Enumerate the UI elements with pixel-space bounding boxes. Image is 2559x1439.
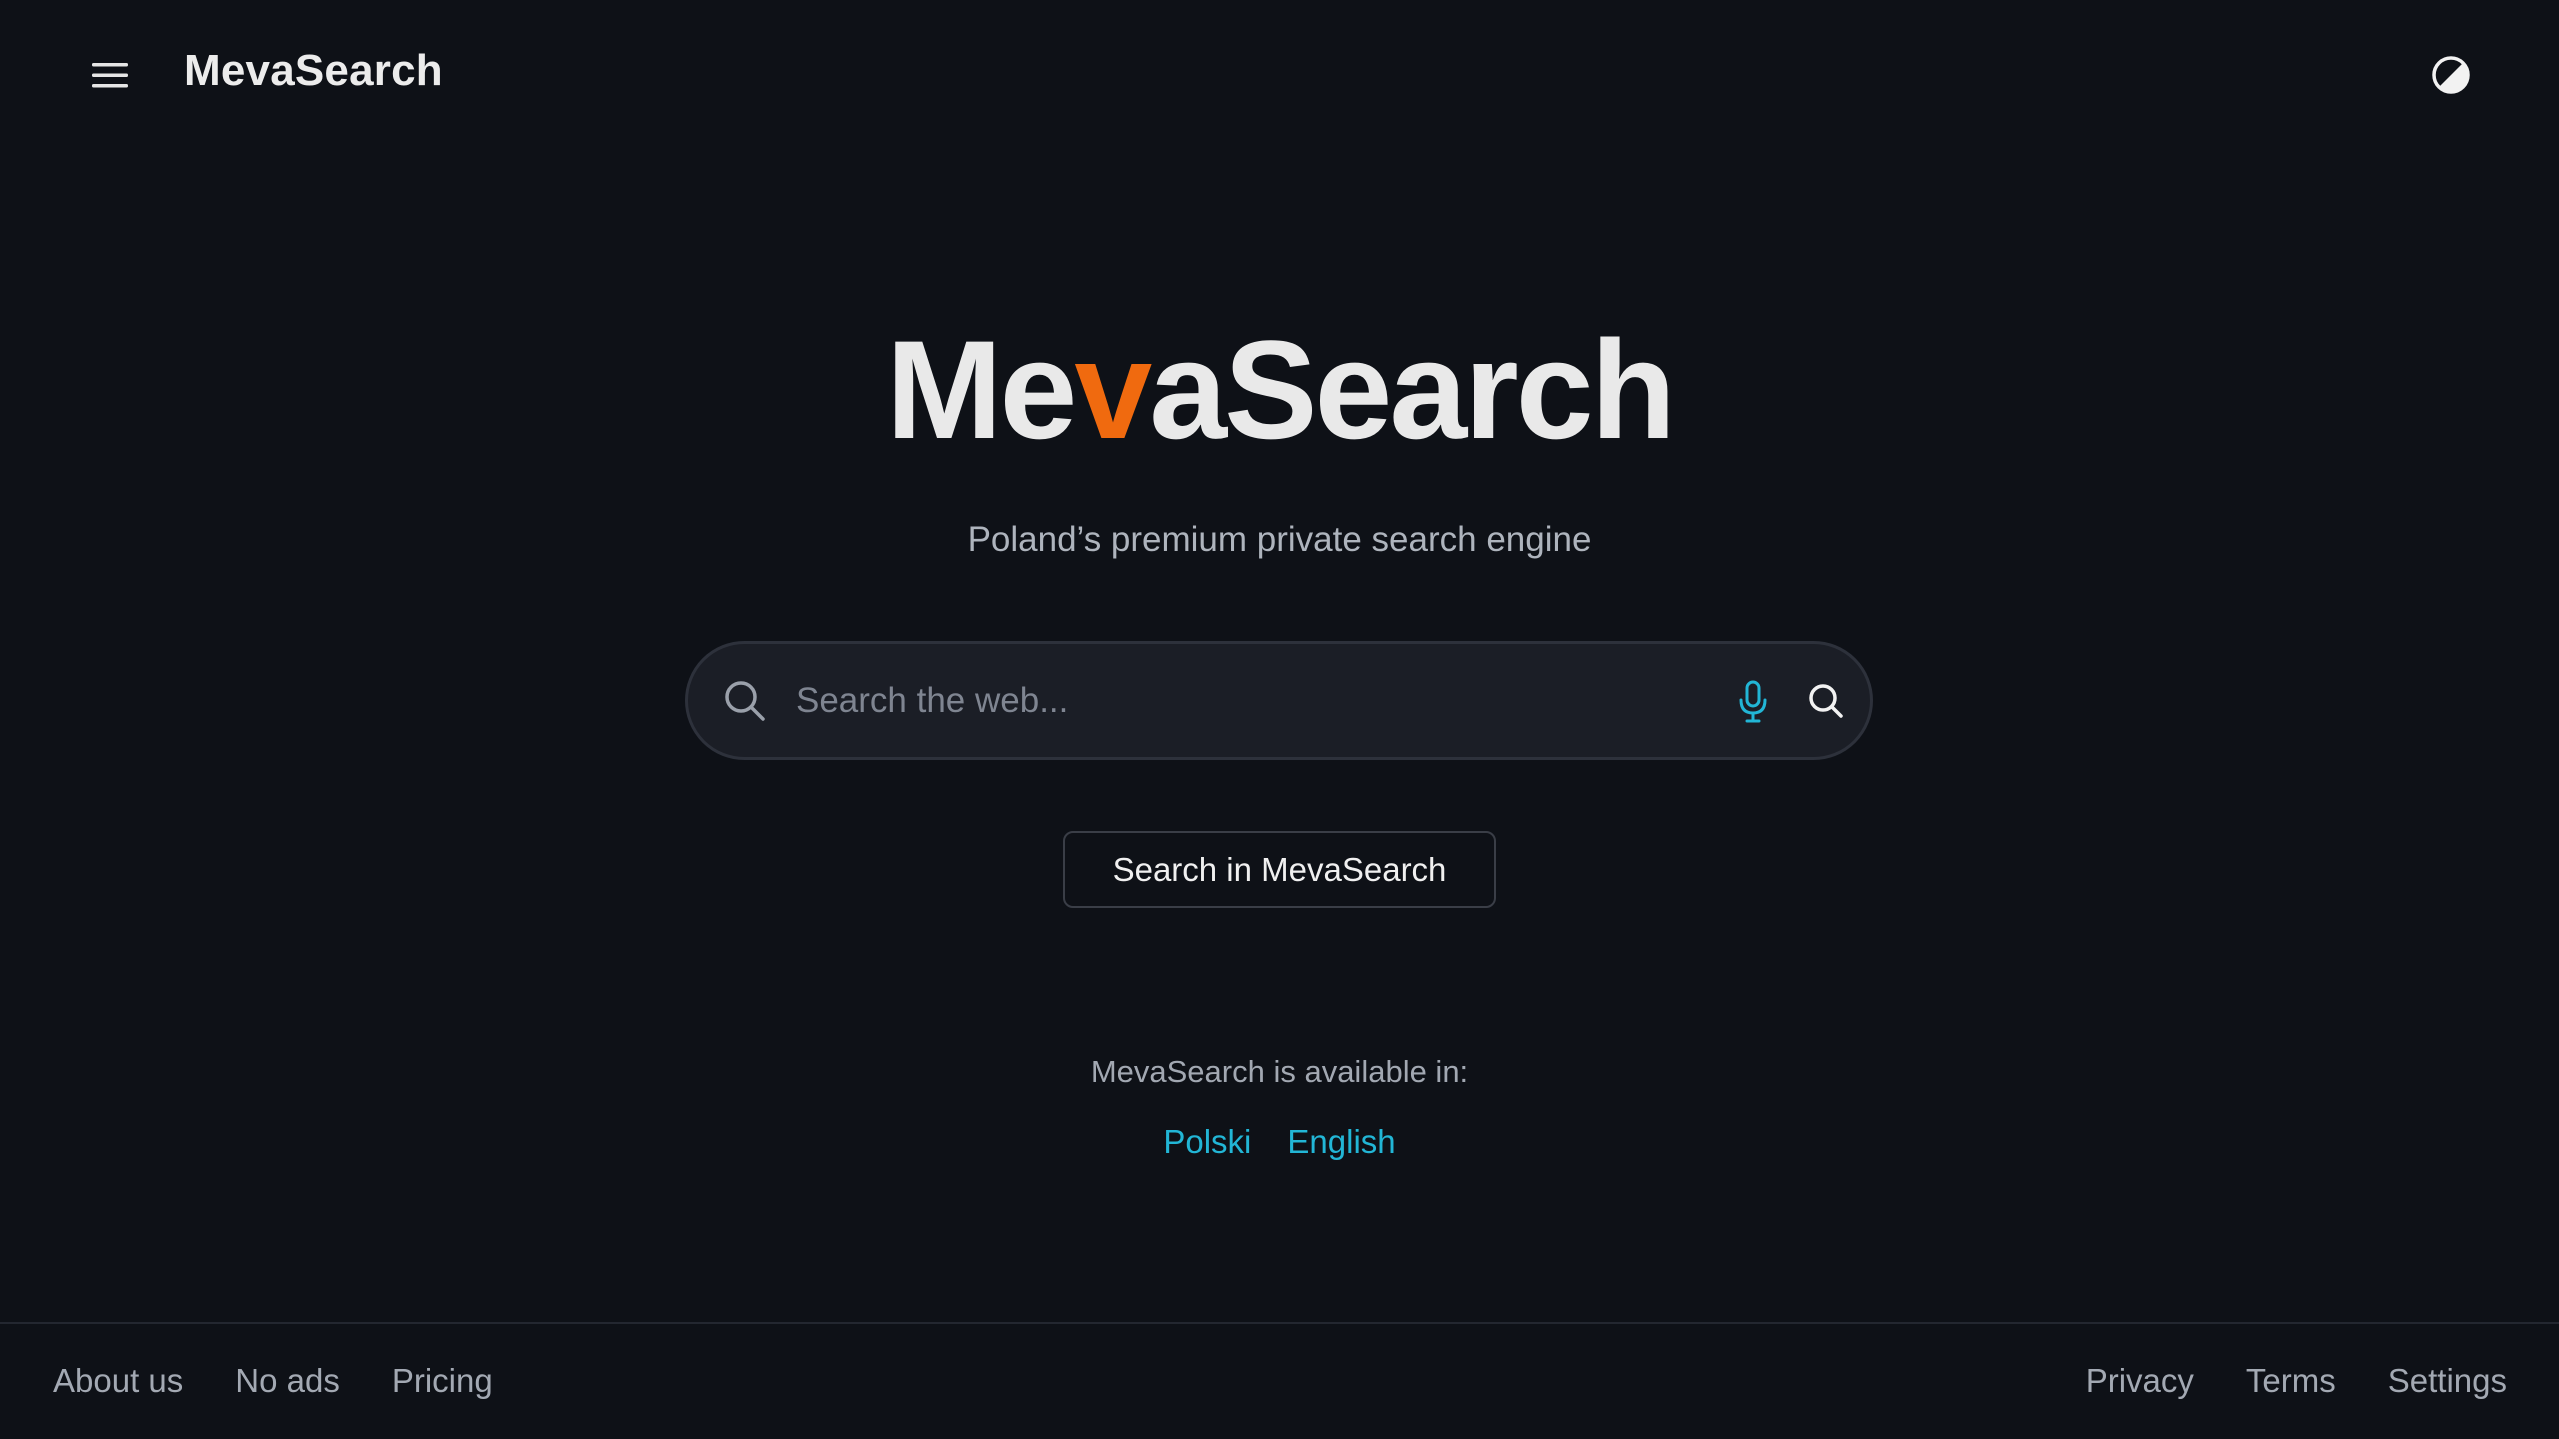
footer: About us No ads Pricing Privacy Terms Se…: [0, 1322, 2559, 1439]
menu-button[interactable]: [82, 50, 138, 100]
search-input[interactable]: [796, 668, 1616, 734]
footer-left-links: About us No ads Pricing: [53, 1362, 493, 1400]
tagline: Poland’s premium private search engine: [967, 520, 1592, 559]
search-submit-button[interactable]: [1801, 676, 1851, 726]
voice-search-button[interactable]: [1728, 676, 1778, 728]
header-brand[interactable]: MevaSearch: [184, 46, 443, 96]
search-box: [685, 641, 1873, 760]
availability-label: MevaSearch is available in:: [1090, 1054, 1469, 1089]
microphone-icon: [1739, 680, 1767, 723]
search-icon: [1809, 684, 1843, 718]
hamburger-menu-icon: [92, 63, 128, 88]
language-link-english[interactable]: English: [1287, 1123, 1395, 1161]
page: MevaSearch MevaSearch Poland’s premium p…: [0, 0, 2559, 1439]
search-in-mevasearch-button[interactable]: Search in MevaSearch: [1063, 831, 1496, 908]
logo-text-start: Me: [885, 311, 1077, 468]
language-link-polski[interactable]: Polski: [1163, 1123, 1251, 1161]
hero-logo: MevaSearch: [0, 320, 2559, 460]
header: MevaSearch: [0, 0, 2559, 150]
footer-link-terms[interactable]: Terms: [2246, 1362, 2336, 1400]
footer-link-privacy[interactable]: Privacy: [2086, 1362, 2194, 1400]
footer-link-about-us[interactable]: About us: [53, 1362, 183, 1400]
footer-right-links: Privacy Terms Settings: [2086, 1362, 2507, 1400]
footer-link-no-ads[interactable]: No ads: [235, 1362, 340, 1400]
footer-link-pricing[interactable]: Pricing: [392, 1362, 493, 1400]
search-icon: [725, 681, 765, 721]
theme-toggle-button[interactable]: [2423, 50, 2479, 100]
contrast-theme-icon: [2432, 56, 2470, 94]
logo-text-end: aSearch: [1149, 311, 1676, 468]
language-links: Polski English: [0, 1123, 2559, 1161]
footer-link-settings[interactable]: Settings: [2388, 1362, 2507, 1400]
logo-accent-letter: v: [1074, 311, 1152, 468]
